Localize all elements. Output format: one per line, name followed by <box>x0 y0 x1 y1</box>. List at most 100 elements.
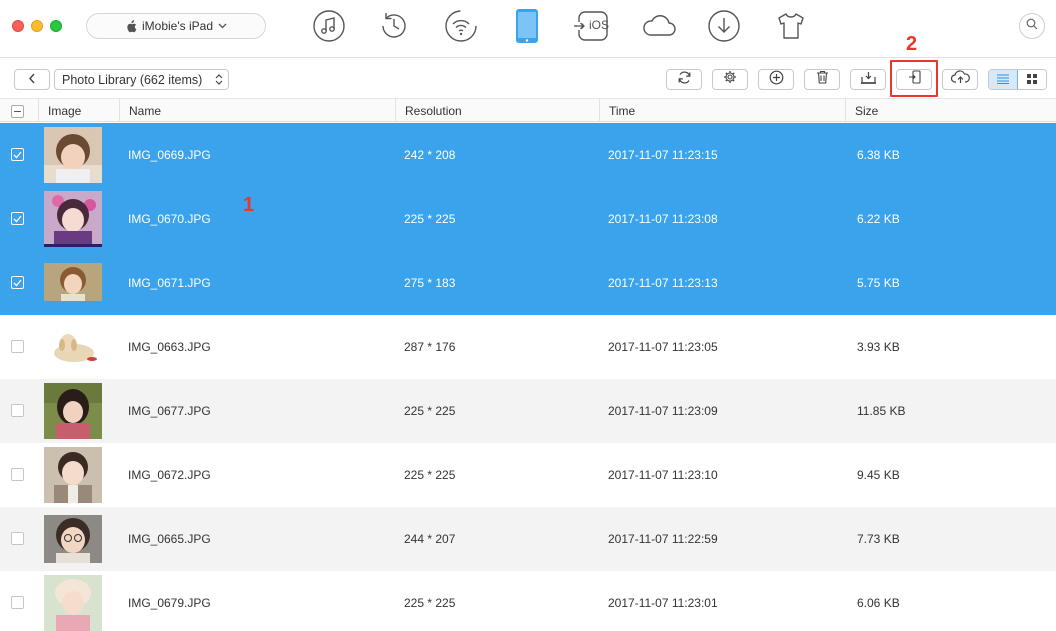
row-resolution: 242 * 208 <box>404 148 456 162</box>
apple-icon <box>125 19 137 33</box>
row-size: 3.93 KB <box>857 340 900 354</box>
row-resolution: 225 * 225 <box>404 212 456 226</box>
column-header-time[interactable]: Time <box>599 99 845 122</box>
row-size: 5.75 KB <box>857 276 900 290</box>
delete-button[interactable] <box>804 69 840 90</box>
device-name: iMobie's iPad <box>142 19 213 33</box>
plus-circle-icon <box>769 70 784 90</box>
ipad-icon[interactable] <box>509 8 545 44</box>
library-label: Photo Library (662 items) <box>62 72 203 87</box>
row-checkbox[interactable] <box>11 212 24 225</box>
row-file-name: IMG_0671.JPG <box>128 276 211 290</box>
table-row[interactable]: IMG_0679.JPG 225 * 225 2017-11-07 11:23:… <box>0 571 1056 631</box>
settings-button[interactable] <box>712 69 748 90</box>
column-header-resolution[interactable]: Resolution <box>395 99 599 122</box>
column-header-name[interactable]: Name <box>119 99 395 122</box>
row-time: 2017-11-07 11:23:05 <box>608 340 718 354</box>
table-row[interactable]: IMG_0671.JPG 275 * 183 2017-11-07 11:23:… <box>0 251 1056 315</box>
row-time: 2017-11-07 11:23:10 <box>608 468 718 482</box>
row-resolution: 225 * 225 <box>404 596 456 610</box>
to-ios-icon[interactable]: iOS <box>574 8 612 44</box>
row-file-name: IMG_0677.JPG <box>128 404 211 418</box>
table-row[interactable]: IMG_0670.JPG 225 * 225 2017-11-07 11:23:… <box>0 187 1056 251</box>
row-file-name: IMG_0669.JPG <box>128 148 211 162</box>
column-header-size[interactable]: Size <box>845 99 1056 122</box>
row-time: 2017-11-07 11:23:13 <box>608 276 718 290</box>
refresh-icon <box>677 70 692 89</box>
photo-thumbnail <box>44 263 102 301</box>
row-time: 2017-11-07 11:23:15 <box>608 148 718 162</box>
row-size: 7.73 KB <box>857 532 900 546</box>
table-row[interactable]: IMG_0665.JPG 244 * 207 2017-11-07 11:22:… <box>0 507 1056 571</box>
column-header-image[interactable]: Image <box>38 99 119 122</box>
row-size: 9.45 KB <box>857 468 900 482</box>
row-checkbox[interactable] <box>11 404 24 417</box>
row-checkbox[interactable] <box>11 340 24 353</box>
row-file-name: IMG_0665.JPG <box>128 532 211 546</box>
history-icon[interactable] <box>376 8 412 44</box>
table-header: Image Name Resolution Time Size <box>0 99 1056 122</box>
row-resolution: 244 * 207 <box>404 532 456 546</box>
to-ios-label: iOS <box>589 18 610 32</box>
row-size: 11.85 KB <box>857 404 906 418</box>
photo-thumbnail <box>44 383 102 439</box>
annotation-number-2: 2 <box>906 33 918 55</box>
row-checkbox[interactable] <box>11 148 24 161</box>
chevron-down-icon <box>218 23 227 29</box>
grid-icon <box>1026 71 1037 89</box>
tshirt-icon[interactable] <box>773 8 809 44</box>
window-close-button[interactable] <box>12 20 24 32</box>
search-icon <box>1026 17 1038 35</box>
row-checkbox[interactable] <box>11 276 24 289</box>
select-all-checkbox[interactable] <box>11 105 24 118</box>
wifi-icon[interactable] <box>443 8 479 44</box>
gear-icon <box>723 70 737 89</box>
table-row[interactable]: IMG_0669.JPG 242 * 208 2017-11-07 11:23:… <box>0 123 1056 187</box>
photo-thumbnail <box>44 515 102 563</box>
row-file-name: IMG_0663.JPG <box>128 340 211 354</box>
row-checkbox[interactable] <box>11 532 24 545</box>
row-checkbox[interactable] <box>11 596 24 609</box>
row-checkbox[interactable] <box>11 468 24 481</box>
chevron-left-icon <box>28 71 36 89</box>
photo-thumbnail <box>44 447 102 503</box>
table-row[interactable]: IMG_0672.JPG 225 * 225 2017-11-07 11:23:… <box>0 443 1056 507</box>
row-time: 2017-11-07 11:23:01 <box>608 596 718 610</box>
row-file-name: IMG_0670.JPG <box>128 212 211 226</box>
download-icon[interactable] <box>706 8 742 44</box>
back-button[interactable] <box>14 69 50 90</box>
library-selector[interactable]: Photo Library (662 items) <box>54 69 229 90</box>
photo-thumbnail <box>44 191 102 247</box>
row-size: 6.38 KB <box>857 148 900 162</box>
export-to-computer-button[interactable] <box>850 69 886 90</box>
row-time: 2017-11-07 11:23:09 <box>608 404 718 418</box>
trash-icon <box>816 70 829 89</box>
upload-to-cloud-button[interactable] <box>942 69 978 90</box>
send-to-device-icon <box>908 70 921 89</box>
send-to-device-button[interactable] <box>896 69 932 90</box>
refresh-button[interactable] <box>666 69 702 90</box>
list-icon <box>996 71 1009 89</box>
row-time: 2017-11-07 11:22:59 <box>608 532 718 546</box>
row-size: 6.06 KB <box>857 596 900 610</box>
title-bar: iMobie's iPad iOS <box>0 0 1056 58</box>
add-button[interactable] <box>758 69 794 90</box>
row-size: 6.22 KB <box>857 212 900 226</box>
window-minimize-button[interactable] <box>31 20 43 32</box>
table-row[interactable]: IMG_0677.JPG 225 * 225 2017-11-07 11:23:… <box>0 379 1056 443</box>
row-resolution: 225 * 225 <box>404 468 456 482</box>
grid-view-button[interactable] <box>1017 70 1046 89</box>
cloud-upload-icon <box>950 70 970 89</box>
table-row[interactable]: IMG_0663.JPG 287 * 176 2017-11-07 11:23:… <box>0 315 1056 379</box>
row-file-name: IMG_0679.JPG <box>128 596 211 610</box>
window-zoom-button[interactable] <box>50 20 62 32</box>
row-time: 2017-11-07 11:23:08 <box>608 212 718 226</box>
updown-chevron-icon <box>215 73 223 89</box>
cloud-icon[interactable] <box>639 8 679 44</box>
music-icon[interactable] <box>311 8 347 44</box>
search-button[interactable] <box>1019 13 1045 39</box>
photo-thumbnail <box>44 575 102 631</box>
photo-thumbnail <box>44 329 102 365</box>
device-selector[interactable]: iMobie's iPad <box>86 13 266 39</box>
list-view-button[interactable] <box>989 70 1018 89</box>
